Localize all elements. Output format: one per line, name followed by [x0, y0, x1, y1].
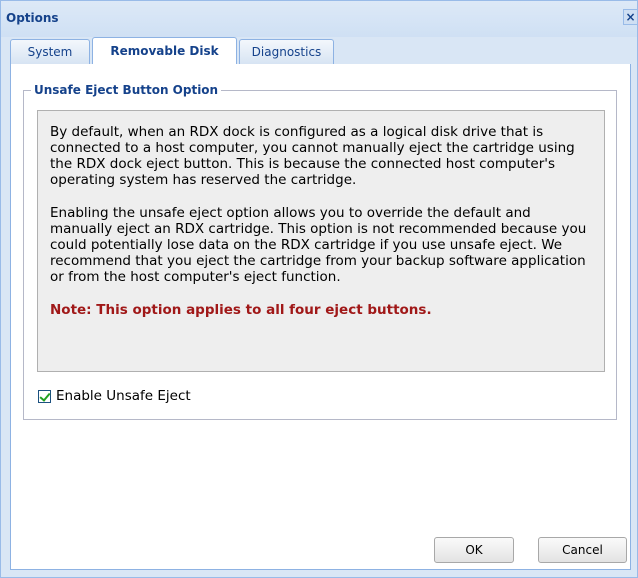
warning-note: Note: This option applies to all four ej… [50, 302, 432, 318]
tab-strip: System Removable Disk Diagnostics [10, 37, 630, 65]
info-box: By default, when an RDX dock is configur… [37, 110, 605, 372]
cancel-button[interactable]: Cancel [538, 537, 627, 563]
info-paragraph-default-behavior: By default, when an RDX dock is configur… [50, 124, 575, 188]
info-paragraph-unsafe-eject: Enabling the unsafe eject option allows … [50, 205, 587, 285]
fieldset-legend: Unsafe Eject Button Option [31, 83, 222, 97]
tab-diagnostics[interactable]: Diagnostics [239, 39, 334, 64]
tab-panel-removable-disk: Unsafe Eject Button Option By default, w… [10, 64, 631, 570]
tab-system[interactable]: System [10, 39, 90, 64]
enable-unsafe-eject-checkbox[interactable] [38, 389, 51, 403]
enable-unsafe-eject-label[interactable]: Enable Unsafe Eject [56, 388, 191, 404]
unsafe-eject-fieldset: Unsafe Eject Button Option By default, w… [23, 83, 617, 420]
options-dialog: Options × System Removable Disk Diagnost… [0, 0, 638, 578]
close-button[interactable]: × [623, 9, 637, 25]
ok-button[interactable]: OK [434, 537, 514, 563]
dialog-title: Options [6, 11, 59, 25]
close-icon: × [625, 10, 636, 24]
enable-unsafe-eject-option[interactable]: Enable Unsafe Eject [38, 388, 191, 404]
title-bar: Options × [1, 1, 637, 37]
tab-removable-disk[interactable]: Removable Disk [92, 37, 237, 65]
